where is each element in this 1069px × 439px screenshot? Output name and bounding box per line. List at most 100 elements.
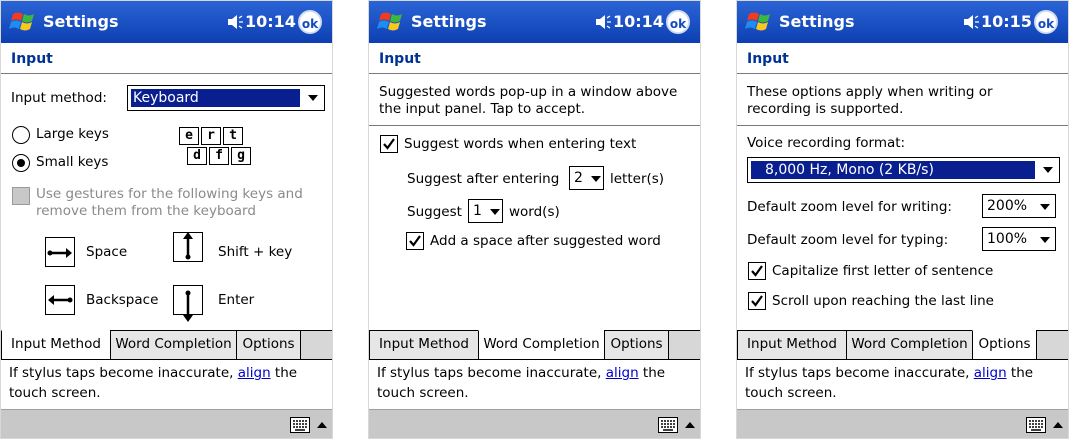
chevron-down-icon[interactable]	[1037, 158, 1059, 182]
backspace-gesture-label: Backspace	[86, 292, 159, 308]
small-keys-radio[interactable]	[12, 154, 30, 172]
suggest-after-label: Suggest after entering	[407, 171, 560, 187]
capitalize-checkbox[interactable]	[748, 262, 766, 280]
input-method-select[interactable]: Keyboard	[127, 85, 325, 111]
suggest-after-select[interactable]: 2	[569, 166, 604, 190]
voice-format-select[interactable]: 8,000 Hz, Mono (2 KB/s)	[747, 157, 1060, 183]
suggest-count-label: Suggest	[407, 204, 462, 220]
chevron-down-icon[interactable]	[1040, 204, 1050, 210]
page-title: Input	[379, 51, 421, 67]
tab-filler	[300, 330, 332, 360]
suggest-count-value: 1	[473, 203, 482, 219]
tab-options[interactable]: Options	[236, 330, 301, 360]
clock[interactable]: 10:14	[613, 12, 664, 31]
title-bar: Settings 10:15 ok	[737, 1, 1068, 43]
large-keys-label: Large keys	[36, 126, 109, 142]
menu-bar	[1, 409, 332, 438]
keyboard-icon[interactable]	[290, 417, 310, 433]
divider	[369, 73, 700, 74]
menu-bar	[737, 409, 1068, 438]
triangle-up-icon[interactable]	[684, 419, 696, 431]
suggest-words-label: Suggest words when entering text	[404, 136, 637, 152]
ok-button[interactable]: ok	[1034, 10, 1058, 34]
windows-flag-icon[interactable]	[9, 8, 41, 36]
tab-word-completion[interactable]: Word Completion	[110, 330, 237, 360]
keyboard-icon[interactable]	[1026, 417, 1046, 433]
page-title: Input	[11, 51, 53, 67]
large-keys-radio[interactable]	[12, 126, 30, 144]
windows-flag-icon[interactable]	[377, 8, 409, 36]
suggest-words-checkbox[interactable]	[380, 135, 398, 153]
zoom-writing-select[interactable]: 200%	[982, 194, 1056, 218]
description: Suggested words pop-up in a window above…	[379, 84, 678, 117]
divider	[737, 73, 1068, 74]
chevron-down-icon[interactable]	[302, 86, 324, 110]
clock[interactable]: 10:14	[245, 12, 296, 31]
triangle-up-icon[interactable]	[1052, 419, 1064, 431]
tab-options[interactable]: Options	[972, 330, 1037, 360]
page-title: Input	[747, 51, 789, 67]
triangle-up-icon[interactable]	[316, 419, 328, 431]
align-hint-text: If stylus taps become inaccurate,	[9, 365, 238, 381]
zoom-writing-label: Default zoom level for writing:	[747, 199, 952, 215]
tab-word-completion[interactable]: Word Completion	[846, 330, 973, 360]
key-preview: t	[223, 127, 243, 145]
input-method-label: Input method:	[11, 90, 107, 106]
chevron-down-icon[interactable]	[1040, 237, 1050, 243]
voice-format-label: Voice recording format:	[747, 135, 906, 151]
align-hint: If stylus taps become inaccurate, align …	[745, 363, 1063, 403]
speaker-icon[interactable]	[593, 13, 611, 31]
space-gesture-icon	[45, 237, 75, 267]
suggest-count-select[interactable]: 1	[468, 199, 503, 223]
align-hint: If stylus taps become inaccurate, align …	[9, 363, 327, 403]
divider	[369, 125, 700, 126]
input-method-value: Keyboard	[131, 89, 300, 107]
tab-input-method[interactable]: Input Method	[737, 330, 847, 360]
enter-gesture-label: Enter	[218, 292, 255, 308]
app-title: Settings	[779, 12, 855, 31]
tab-filler	[1036, 330, 1068, 360]
capitalize-label: Capitalize first letter of sentence	[772, 263, 994, 279]
use-gestures-checkbox[interactable]	[12, 187, 30, 205]
description: These options apply when writing or reco…	[747, 84, 993, 117]
ok-button[interactable]: ok	[298, 10, 322, 34]
settings-screen-word-completion: Settings 10:14 ok Input Suggested words …	[368, 0, 701, 439]
zoom-writing-value: 200%	[987, 198, 1028, 214]
zoom-typing-select[interactable]: 100%	[982, 227, 1056, 251]
scroll-label: Scroll upon reaching the last line	[772, 293, 994, 309]
tab-input-method[interactable]: Input Method	[369, 330, 479, 360]
windows-flag-icon[interactable]	[745, 8, 777, 36]
key-preview: g	[231, 147, 251, 165]
settings-screen-options: Settings 10:15 ok Input These options ap…	[736, 0, 1069, 439]
ok-button[interactable]: ok	[666, 10, 690, 34]
words-label: word(s)	[509, 204, 560, 220]
app-title: Settings	[43, 12, 119, 31]
tab-options[interactable]: Options	[604, 330, 669, 360]
align-link[interactable]: align	[606, 365, 639, 381]
tab-strip: Input Method Word Completion Options	[737, 330, 1068, 360]
settings-screen-input-method: Settings 10:14 ok Input Input method: Ke…	[0, 0, 333, 439]
keyboard-icon[interactable]	[658, 417, 678, 433]
shift-gesture-label: Shift + key	[218, 244, 293, 260]
tab-strip: Input Method Word Completion Options	[369, 330, 700, 360]
title-bar: Settings 10:14 ok	[1, 1, 332, 43]
suggest-after-value: 2	[574, 170, 583, 186]
tab-word-completion[interactable]: Word Completion	[478, 330, 605, 360]
tab-input-method[interactable]: Input Method	[1, 330, 111, 360]
align-link[interactable]: align	[974, 365, 1007, 381]
add-space-checkbox[interactable]	[406, 232, 424, 250]
space-gesture-label: Space	[86, 244, 128, 260]
speaker-icon[interactable]	[961, 13, 979, 31]
chevron-down-icon[interactable]	[490, 209, 500, 215]
app-title: Settings	[411, 12, 487, 31]
letters-label: letter(s)	[610, 171, 665, 187]
menu-bar	[369, 409, 700, 438]
zoom-typing-value: 100%	[987, 231, 1028, 247]
key-preview: d	[187, 147, 207, 165]
align-link[interactable]: align	[238, 365, 271, 381]
speaker-icon[interactable]	[225, 13, 243, 31]
chevron-down-icon[interactable]	[591, 176, 601, 182]
scroll-checkbox[interactable]	[748, 292, 766, 310]
clock[interactable]: 10:15	[981, 12, 1032, 31]
title-bar: Settings 10:14 ok	[369, 1, 700, 43]
